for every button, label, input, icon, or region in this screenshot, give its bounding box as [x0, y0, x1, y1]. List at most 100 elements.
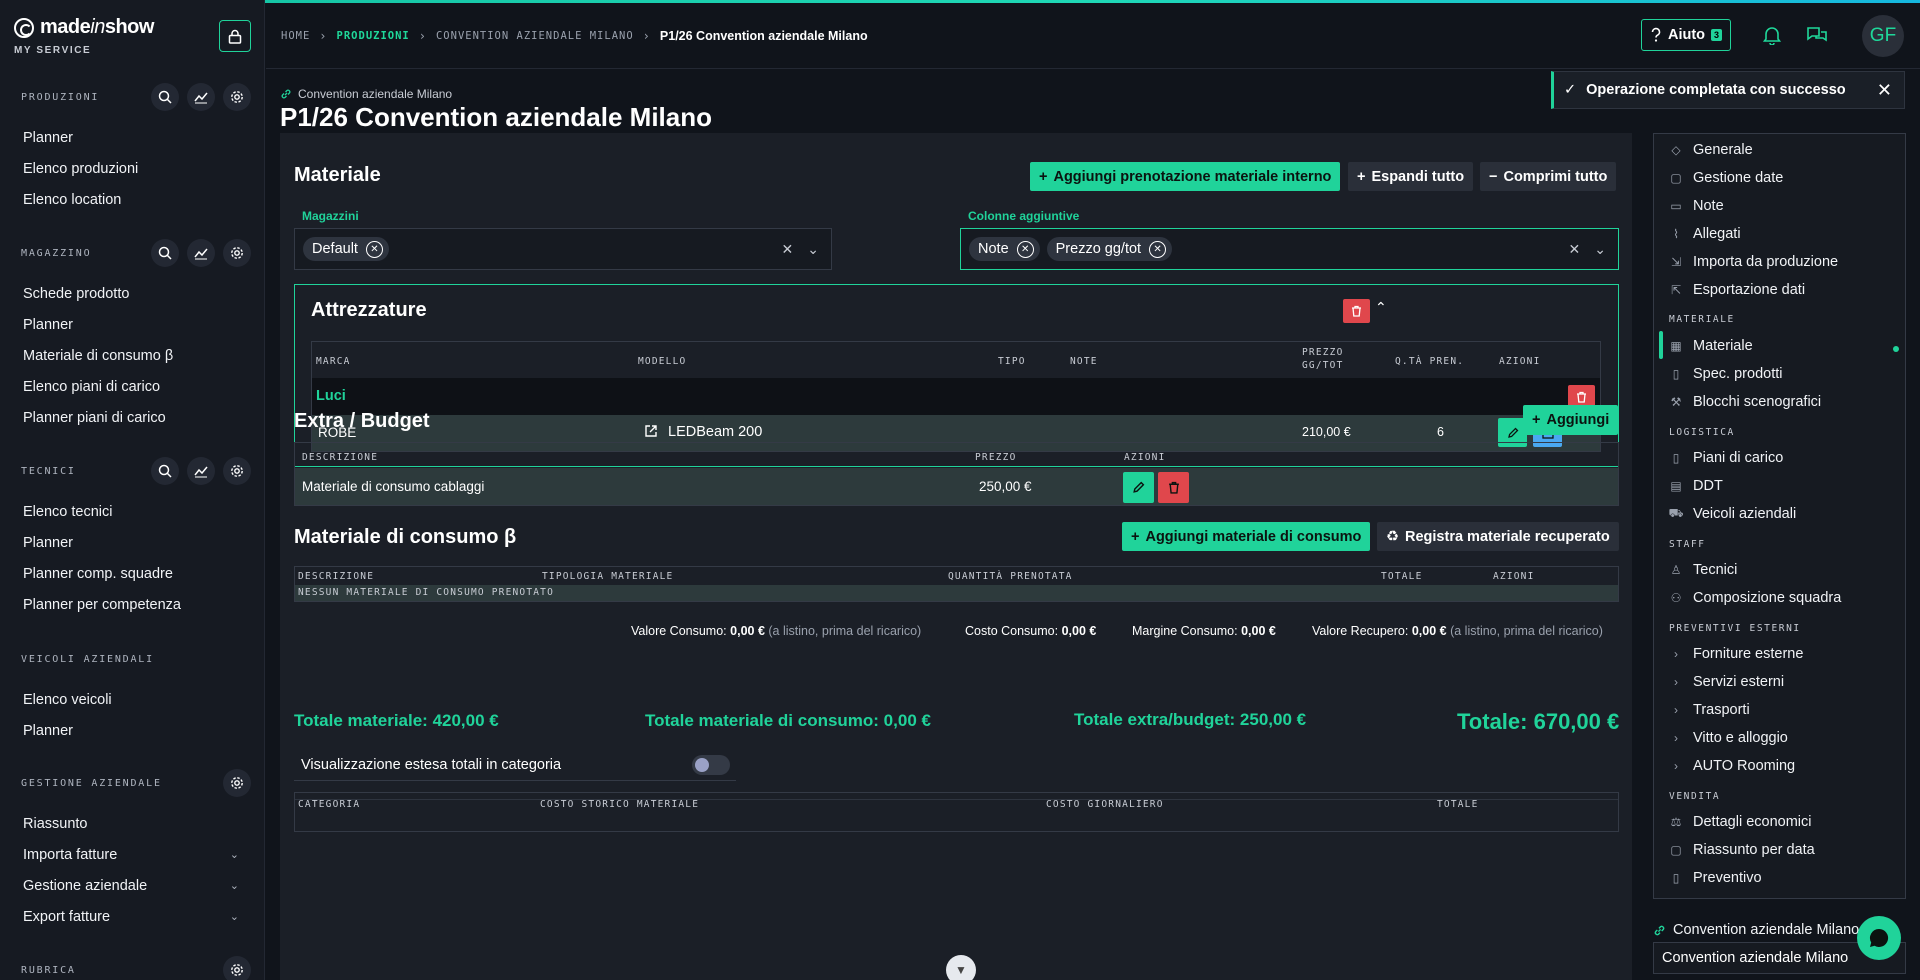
nav-label: Trasporti [1693, 702, 1750, 718]
chevron-down-icon[interactable]: ⌄ [807, 241, 819, 258]
search-icon[interactable] [151, 239, 179, 267]
search-icon[interactable] [151, 457, 179, 485]
help-button[interactable]: Aiuto 3 [1641, 19, 1732, 51]
sidebar-item-elenco-veicoli[interactable]: Elenco veicoli [0, 684, 264, 715]
delete-category-button[interactable] [1343, 299, 1370, 323]
sidebar-item-export-fatture[interactable]: Export fatture ⌄ [0, 901, 264, 932]
lock-sidebar-button[interactable] [219, 20, 251, 52]
colonne-aggiuntive-select[interactable]: Note ✕ Prezzo gg/tot ✕ ✕ ⌄ [960, 228, 1619, 270]
scroll-down-button[interactable]: ▼ [946, 955, 976, 980]
expand-all-button[interactable]: + Espandi tutto [1348, 162, 1474, 191]
breadcrumb-produzioni[interactable]: PRODUZIONI [337, 30, 410, 42]
register-recovered-button[interactable]: ♻ Registra materiale recuperato [1377, 522, 1619, 551]
cell-prezzo: 250,00 € [979, 479, 1032, 494]
nav-riassunto-data[interactable]: ▢ Riassunto per data [1669, 842, 1814, 858]
cell-descrizione: Materiale di consumo cablaggi [302, 479, 485, 494]
col-prezzo: PREZZO [975, 452, 1017, 463]
collapse-all-button[interactable]: − Comprimi tutto [1480, 162, 1617, 191]
nav-auto-rooming[interactable]: › AUTO Rooming [1669, 758, 1795, 774]
sidebar-item-schede-prodotto[interactable]: Schede prodotto [0, 278, 264, 309]
help-badge: 3 [1711, 29, 1723, 41]
add-internal-material-button[interactable]: + Aggiungi prenotazione materiale interno [1030, 162, 1341, 191]
sidebar-item-planner-piani-carico[interactable]: Planner piani di carico [0, 402, 264, 433]
clear-icon[interactable]: ✕ [1569, 241, 1581, 258]
chart-icon[interactable] [187, 457, 215, 485]
breadcrumb-convention[interactable]: CONVENTION AZIENDALE MILANO [436, 30, 634, 42]
sidebar-item-planner[interactable]: Planner [0, 715, 264, 746]
sidebar-item-elenco-piani-carico[interactable]: Elenco piani di carico [0, 371, 264, 402]
add-extra-button[interactable]: + Aggiungi [1523, 405, 1619, 435]
add-consumo-button[interactable]: + Aggiungi materiale di consumo [1122, 522, 1371, 551]
nav-dettagli-economici[interactable]: ⚖ Dettagli economici [1669, 814, 1812, 830]
page-subtitle[interactable]: Convention aziendale Milano [280, 87, 452, 101]
scale-icon: ⚖ [1670, 815, 1682, 829]
nav-composizione[interactable]: ⚇ Composizione squadra [1669, 590, 1842, 606]
gear-icon[interactable] [223, 956, 251, 980]
delete-row-button[interactable] [1158, 472, 1189, 503]
calendar-icon: ▢ [1670, 843, 1682, 857]
external-link-icon[interactable] [644, 424, 658, 441]
sidebar-item-planner[interactable]: Planner [0, 527, 264, 558]
nav-label: Servizi esterni [1693, 674, 1785, 690]
chevron-up-icon[interactable]: ⌃ [1375, 299, 1387, 316]
chart-icon[interactable] [187, 239, 215, 267]
nav-esportazione[interactable]: ⇱ Esportazione dati [1669, 282, 1805, 298]
edit-row-button[interactable] [1123, 472, 1154, 503]
nav-trasporti[interactable]: › Trasporti [1669, 702, 1750, 718]
nav-gestione-date[interactable]: ▢ Gestione date [1669, 170, 1783, 186]
sidebar-item-elenco-produzioni[interactable]: Elenco produzioni [0, 153, 264, 184]
extended-totals-toggle[interactable] [692, 755, 730, 775]
sidebar-item-importa-fatture[interactable]: Importa fatture ⌄ [0, 839, 264, 870]
chat-icon[interactable] [1806, 25, 1828, 48]
clear-icon[interactable]: ✕ [782, 241, 794, 258]
nav-generale[interactable]: ◇ Generale [1669, 142, 1752, 158]
nav-label: Allegati [1693, 226, 1741, 242]
nav-note[interactable]: ▭ Note [1669, 198, 1723, 214]
sidebar-item-elenco-tecnici[interactable]: Elenco tecnici [0, 496, 264, 527]
value: 0,00 € [1241, 624, 1276, 638]
remove-chip-icon[interactable]: ✕ [1149, 240, 1167, 258]
remove-chip-icon[interactable]: ✕ [1016, 240, 1034, 258]
chevron-down-icon[interactable]: ⌄ [1594, 241, 1606, 258]
nav-servizi[interactable]: › Servizi esterni [1669, 674, 1784, 690]
sidebar-item-materiale-consumo[interactable]: Materiale di consumo β [0, 340, 264, 371]
gear-icon[interactable] [223, 457, 251, 485]
gear-icon[interactable] [223, 239, 251, 267]
remove-chip-icon[interactable]: ✕ [365, 240, 383, 258]
table-row[interactable]: Materiale di consumo cablaggi 250,00 € [295, 468, 1618, 505]
lock-icon [228, 29, 242, 44]
col-categoria: CATEGORIA [298, 799, 361, 810]
sidebar-item-gestione-aziendale[interactable]: Gestione aziendale ⌄ [0, 870, 264, 901]
nav-spec-prodotti[interactable]: ▯ Spec. prodotti [1669, 366, 1783, 382]
brand[interactable]: madeinshow MY SERVICE [14, 16, 154, 56]
sidebar-item-elenco-location[interactable]: Elenco location [0, 184, 264, 215]
sidebar-item-riassunto[interactable]: Riassunto [0, 808, 264, 839]
magazzini-select[interactable]: Default ✕ ✕ ⌄ [294, 228, 832, 270]
sidebar-item-planner-comp-squadre[interactable]: Planner comp. squadre [0, 558, 264, 589]
search-icon[interactable] [151, 83, 179, 111]
production-link[interactable]: Convention aziendale Milano [1653, 922, 1859, 938]
chart-icon[interactable] [187, 83, 215, 111]
nav-materiale[interactable]: ▦ Materiale [1669, 338, 1752, 354]
nav-tecnici[interactable]: ♙ Tecnici [1669, 562, 1738, 578]
col-tipologia: TIPOLOGIA MATERIALE [542, 571, 674, 582]
nav-ddt[interactable]: ▤ DDT [1669, 478, 1722, 494]
bell-icon[interactable] [1762, 25, 1782, 48]
nav-veicoli[interactable]: ⛟ Veicoli aziendali [1668, 506, 1796, 522]
avatar[interactable]: GF [1862, 15, 1904, 57]
gear-icon[interactable] [223, 769, 251, 797]
sidebar-item-planner[interactable]: Planner [0, 309, 264, 340]
breadcrumb-home[interactable]: HOME [281, 30, 310, 42]
chat-support-button[interactable] [1857, 916, 1901, 960]
gear-icon[interactable] [223, 83, 251, 111]
nav-preventivo[interactable]: ▯ Preventivo [1669, 870, 1762, 886]
nav-allegati[interactable]: ⌇ Allegati [1669, 226, 1741, 242]
nav-piani-carico[interactable]: ▯ Piani di carico [1669, 450, 1784, 466]
nav-blocchi[interactable]: ⚒ Blocchi scenografici [1669, 394, 1822, 410]
sidebar-item-planner-competenza[interactable]: Planner per competenza [0, 589, 264, 620]
sidebar-item-planner[interactable]: Planner [0, 122, 264, 153]
nav-vitto[interactable]: › Vitto e alloggio [1669, 730, 1788, 746]
nav-importa[interactable]: ⇲ Importa da produzione [1669, 254, 1838, 270]
nav-forniture[interactable]: › Forniture esterne [1669, 646, 1803, 662]
close-icon[interactable]: ✕ [1877, 80, 1892, 101]
